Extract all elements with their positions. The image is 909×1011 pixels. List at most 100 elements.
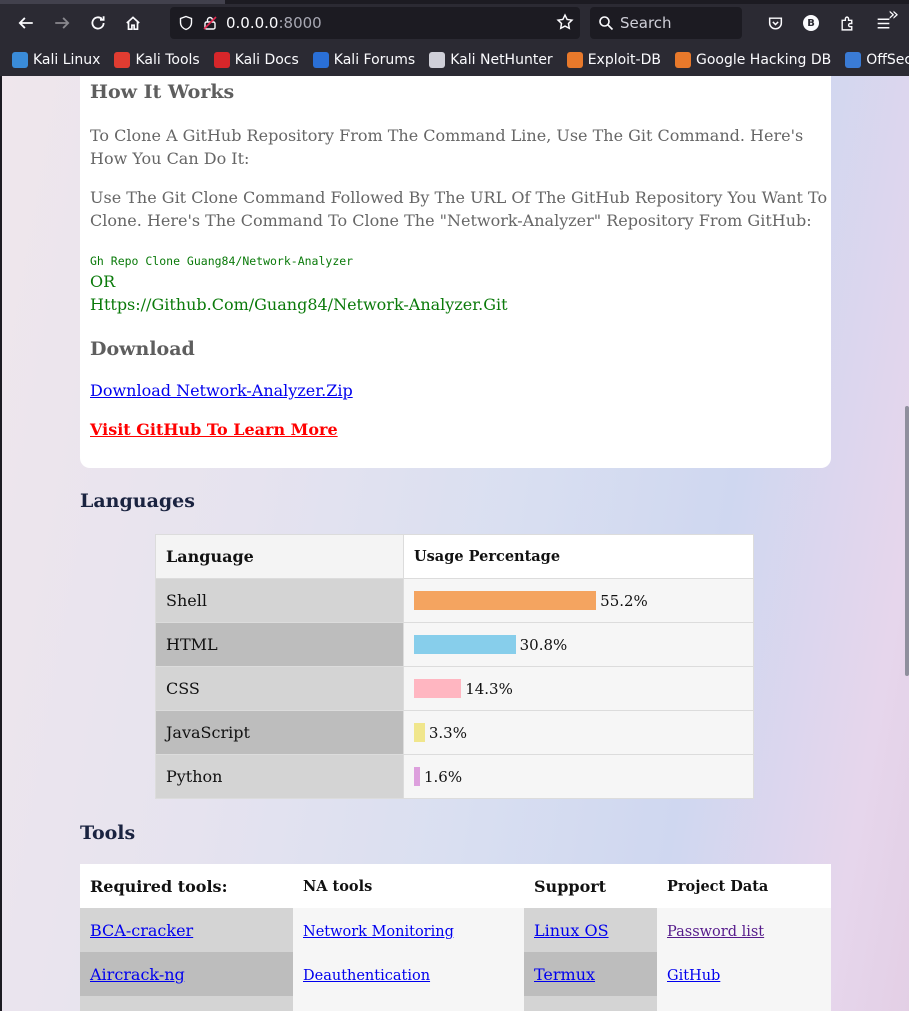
table-row: BCA-cracker Network Monitoring Linux OS … [80, 908, 831, 952]
usage-bar [414, 723, 425, 742]
bookmark-favicon-icon [845, 52, 862, 68]
usage-cell: 14.3% [403, 666, 754, 711]
insecure-lock-icon[interactable] [200, 13, 220, 33]
support-header: Support [524, 864, 657, 908]
usage-percent-label: 1.6% [424, 767, 463, 786]
bookmark-label: Exploit-DB [587, 52, 661, 68]
tools-header-row: Required tools: NA tools Support Project… [80, 864, 831, 908]
bookmark-favicon-icon [114, 52, 131, 68]
url-bar[interactable]: 0.0.0.0:8000 [170, 7, 580, 39]
or-separator: OR [90, 272, 116, 291]
bookmark-label: Kali Linux [33, 52, 101, 68]
project-link-github[interactable]: GitHub [667, 968, 720, 984]
tools-table: Required tools: NA tools Support Project… [80, 864, 831, 1011]
tool-link-aircrack-ng[interactable]: Aircrack-ng [90, 965, 185, 984]
bookmark-item[interactable]: Kali NetHunter [429, 52, 553, 68]
how-it-works-intro: To Clone A GitHub Repository From The Co… [90, 126, 804, 168]
tool-link-network-monitoring[interactable]: Network Monitoring [303, 924, 454, 940]
required-tool-cell: BCA-cracker [80, 908, 293, 952]
support-cell [524, 996, 657, 1011]
support-link-linux-os[interactable]: Linux OS [534, 921, 609, 940]
home-button[interactable] [118, 8, 148, 38]
arrow-right-icon [55, 17, 70, 29]
bookmark-label: Google Hacking DB [695, 52, 832, 68]
usage-percent-label: 14.3% [465, 679, 513, 698]
table-row: Shell 55.2% [155, 578, 754, 623]
search-box[interactable]: Search [590, 7, 742, 39]
bookmark-favicon-icon [566, 52, 583, 68]
clone-command: Gh Repo Clone Guang84/Network-Analyzer [90, 254, 354, 268]
how-it-works-clone-desc: Use The Git Clone Command Followed By Th… [90, 188, 828, 230]
table-row: CSS 14.3% [155, 666, 754, 711]
home-icon [126, 16, 140, 31]
bookmark-item[interactable]: Kali Linux [12, 52, 100, 68]
bookmark-item[interactable]: Kali Tools [114, 52, 200, 68]
active-tab-edge[interactable] [0, 0, 225, 4]
usage-percent-label: 30.8% [519, 635, 568, 654]
bookmark-item[interactable]: OffSec [845, 52, 909, 68]
back-button[interactable] [11, 8, 41, 38]
scrollbar-thumb[interactable] [905, 406, 909, 676]
project-link-password-list[interactable]: Password list [667, 924, 764, 940]
bookmark-item[interactable]: Google Hacking DB [674, 52, 832, 68]
usage-bar [414, 679, 462, 698]
reload-button[interactable] [83, 8, 113, 38]
bookmark-favicon-icon [674, 52, 691, 68]
project-data-cell [657, 996, 831, 1011]
bookmark-item[interactable]: Kali Docs [213, 52, 299, 68]
visit-github-link[interactable]: Visit GitHub To Learn More [90, 420, 338, 439]
na-tool-cell: Network Monitoring [293, 908, 524, 952]
project-data-header: Project Data [657, 864, 831, 908]
required-tool-cell: Aircrack-ng [80, 952, 293, 996]
bookmark-label: Kali Tools [135, 52, 200, 68]
usage-bar [414, 591, 597, 610]
table-row: HTML 30.8% [155, 622, 754, 667]
project-data-cell: GitHub [657, 952, 831, 996]
na-tools-header: NA tools [293, 864, 524, 908]
languages-heading: Languages [80, 490, 195, 512]
tool-link-bca-cracker[interactable]: BCA-cracker [90, 921, 193, 940]
bookmark-favicon-icon [213, 52, 230, 68]
language-name-cell: CSS [155, 666, 404, 711]
arrow-left-icon [18, 17, 33, 29]
bookmark-item[interactable]: Kali Forums [312, 52, 415, 68]
tools-heading: Tools [80, 822, 136, 844]
toolbar-right-icons: B [760, 8, 898, 38]
language-column-header: Language [155, 534, 404, 579]
language-name-cell: HTML [155, 622, 404, 667]
tool-link-deauthentication[interactable]: Deauthentication [303, 968, 430, 984]
usage-bar [414, 767, 420, 786]
usage-column-header: Usage Percentage [403, 534, 754, 579]
browser-chrome: 0.0.0.0:8000 Search B Kali Linux Kali Too… [0, 0, 909, 76]
bookmark-star-icon[interactable] [556, 13, 574, 35]
language-name-cell: Shell [155, 578, 404, 623]
extensions-icon[interactable] [832, 8, 862, 38]
shield-icon[interactable] [176, 13, 196, 33]
search-icon [599, 16, 614, 31]
download-zip-link[interactable]: Download Network-Analyzer.Zip [90, 381, 353, 400]
bookmark-label: OffSec [866, 52, 909, 68]
table-row: JavaScript 3.3% [155, 710, 754, 755]
reload-icon [91, 16, 105, 30]
usage-cell: 1.6% [403, 754, 754, 799]
forward-button[interactable] [47, 8, 77, 38]
support-cell: Termux [524, 952, 657, 996]
language-name-cell: JavaScript [155, 710, 404, 755]
bookmark-item[interactable]: Exploit-DB [566, 52, 661, 68]
url-text[interactable]: 0.0.0.0:8000 [226, 14, 322, 32]
support-cell: Linux OS [524, 908, 657, 952]
support-link-termux[interactable]: Termux [534, 965, 595, 984]
bookmark-favicon-icon [429, 52, 446, 68]
na-tool-cell [293, 996, 524, 1011]
usage-cell: 55.2% [403, 578, 754, 623]
bookmark-favicon-icon [312, 52, 329, 68]
required-tool-cell [80, 996, 293, 1011]
download-heading: Download [90, 338, 195, 360]
search-placeholder: Search [620, 14, 672, 32]
bookmarks-toolbar: Kali Linux Kali Tools Kali Docs Kali Forums… [0, 46, 909, 74]
table-row: Python 1.6% [155, 754, 754, 799]
bookmarks-overflow-icon[interactable]: » [888, 4, 899, 25]
account-button[interactable]: B [796, 8, 826, 38]
languages-table: Language Usage Percentage Shell 55.2% HTML… [155, 534, 754, 799]
pocket-icon[interactable] [760, 8, 790, 38]
